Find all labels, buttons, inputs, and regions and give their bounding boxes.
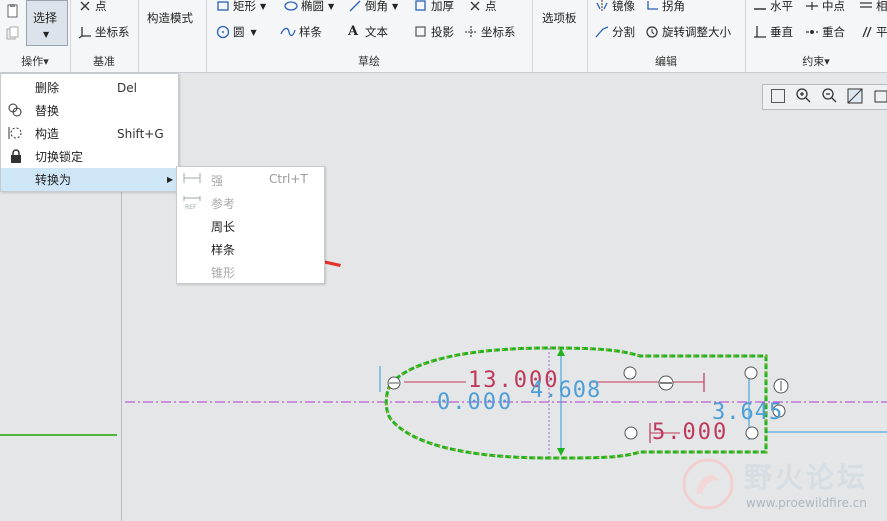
horizontal-button[interactable]: 水平 (753, 0, 793, 14)
submenu-item-perimeter[interactable]: 周长 (177, 214, 324, 237)
watermark-url: www.proewildfire.cn (746, 496, 867, 510)
constrain-group-label[interactable]: 约束▾ (745, 53, 887, 69)
group-edit: 镜像 拐角 分割 旋转调整大小 编辑 (587, 0, 746, 72)
datum-point-button[interactable]: 点 (78, 0, 107, 14)
rectangle-button[interactable]: 矩形 ▼ (216, 0, 266, 14)
chamfer-icon (348, 0, 362, 13)
submenu-item-conic[interactable]: 锥形 (177, 260, 324, 283)
ellipse-icon (284, 0, 298, 13)
parallel-icon (859, 25, 873, 39)
dimension-4608[interactable]: 4.608 (530, 378, 601, 403)
divide-button[interactable]: 分割 (595, 24, 635, 40)
submenu-item-spline[interactable]: 样条 (177, 237, 324, 260)
spline-button[interactable]: 样条 (280, 24, 322, 40)
chamfer-button[interactable]: 倒角 ▼ (348, 0, 398, 14)
text-icon: A (348, 24, 359, 39)
zoom-in-icon[interactable] (795, 87, 811, 106)
thicken-icon (414, 0, 428, 13)
edit-group-label: 编辑 (655, 55, 677, 68)
menu-item-construction[interactable]: 构造 Shift+G (1, 122, 178, 145)
dimension-0[interactable]: 0.000 (437, 390, 513, 415)
point-x-icon (78, 0, 92, 13)
submenu-item-strong[interactable]: 强 Ctrl+T (177, 168, 324, 191)
datum-csys-button[interactable]: 坐标系 (78, 24, 130, 40)
operations-menu: 删除 Del 替换 构造 Shift+G 切换锁定 转换为 ▶ (0, 73, 179, 192)
midpoint-icon (805, 0, 819, 13)
mirror-button[interactable]: 镜像 (595, 0, 635, 14)
ribbon: 选择 ▼ 操作▾ 点 坐标系 基准 构造模式 矩形 ▼ 椭圆 ▼ 倒角 ▼ 加厚… (0, 0, 887, 73)
watermark-brand: 野火论坛 (744, 461, 869, 494)
spline-icon (280, 25, 296, 39)
construction-icon (7, 125, 23, 144)
select-button[interactable]: 选择 ▼ (26, 0, 68, 46)
refit-icon[interactable] (771, 89, 785, 103)
lock-icon (9, 149, 23, 166)
copy-icon[interactable] (6, 26, 20, 40)
project-button[interactable]: 投影 (414, 24, 454, 40)
submenu-item-reference[interactable]: REF 参考 (177, 191, 324, 214)
saved-views-icon[interactable] (873, 88, 887, 107)
model-tree-edge (0, 434, 117, 436)
group-construction: 构造模式 (138, 0, 207, 72)
menu-item-toggle-lock[interactable]: 切换锁定 (1, 145, 178, 168)
operations-group-label[interactable]: 操作▾ (0, 53, 70, 69)
group-constrain: 水平 中点 相 垂直 重合 平 约束▾ (745, 0, 887, 72)
convert-to-submenu: 强 Ctrl+T REF 参考 周长 样条 锥形 (176, 166, 325, 284)
palette-button[interactable]: 选项板 (542, 10, 577, 26)
chevron-down-icon: ▼ (43, 30, 50, 39)
sketch-point-button[interactable]: 点 (468, 0, 497, 14)
rectangle-icon (216, 0, 230, 13)
group-sketch: 矩形 ▼ 椭圆 ▼ 倒角 ▼ 加厚 点 圆 ▼ 样条 A 文本 投影 坐标系 草… (206, 0, 533, 72)
select-label: 选择 (33, 11, 58, 25)
dimension-5[interactable]: 5.000 (652, 420, 728, 445)
rotate-resize-button[interactable]: 旋转调整大小 (645, 24, 731, 40)
midpoint-button[interactable]: 中点 (805, 0, 845, 14)
corner-button[interactable]: 拐角 (645, 0, 685, 14)
point-x-icon (468, 0, 482, 13)
csys-icon (464, 25, 478, 39)
divide-icon (595, 25, 609, 39)
tangent-icon (859, 0, 873, 13)
parallel-button[interactable]: 平 (859, 24, 887, 40)
group-datum: 点 坐标系 基准 (70, 0, 139, 72)
datum-group-label: 基准 (93, 55, 115, 68)
corner-icon (645, 0, 659, 13)
display-style-icon[interactable] (847, 88, 863, 107)
circle-icon (216, 25, 230, 39)
menu-item-convert-to[interactable]: 转换为 ▶ (1, 168, 178, 191)
group-palette: 选项板 (532, 0, 588, 72)
replace-icon (7, 102, 23, 121)
sketch-csys-button[interactable]: 坐标系 (464, 24, 516, 40)
thicken-button[interactable]: 加厚 (414, 0, 454, 14)
csys-icon (78, 25, 92, 39)
watermark: 野火论坛 www.proewildfire.cn (680, 452, 880, 518)
group-operations: 选择 ▼ 操作▾ (0, 0, 71, 72)
watermark-logo (682, 458, 734, 510)
vertical-icon (753, 25, 767, 39)
reference-icon: REF (183, 194, 201, 213)
construction-mode-button[interactable]: 构造模式 (147, 10, 193, 26)
rotate-icon (645, 25, 659, 39)
strong-icon (183, 171, 201, 188)
menu-item-replace[interactable]: 替换 (1, 99, 178, 122)
chevron-right-icon: ▶ (167, 175, 174, 184)
ellipse-button[interactable]: 椭圆 ▼ (284, 0, 334, 14)
sketch-group-label: 草绘 (358, 55, 380, 68)
mirror-icon (595, 0, 609, 13)
horizontal-icon (753, 0, 767, 13)
coincident-button[interactable]: 重合 (805, 24, 845, 40)
project-icon (414, 25, 428, 39)
text-button[interactable]: A 文本 (348, 24, 388, 40)
zoom-out-icon[interactable] (821, 87, 837, 106)
menu-item-delete[interactable]: 删除 Del (1, 76, 178, 99)
coincident-icon (805, 25, 819, 39)
svg-text:REF: REF (185, 204, 197, 210)
paste-icon[interactable] (6, 4, 20, 18)
tangent-button[interactable]: 相 (859, 0, 887, 14)
circle-button[interactable]: 圆 ▼ (216, 24, 257, 40)
view-toolbar (762, 84, 887, 110)
vertical-button[interactable]: 垂直 (753, 24, 793, 40)
